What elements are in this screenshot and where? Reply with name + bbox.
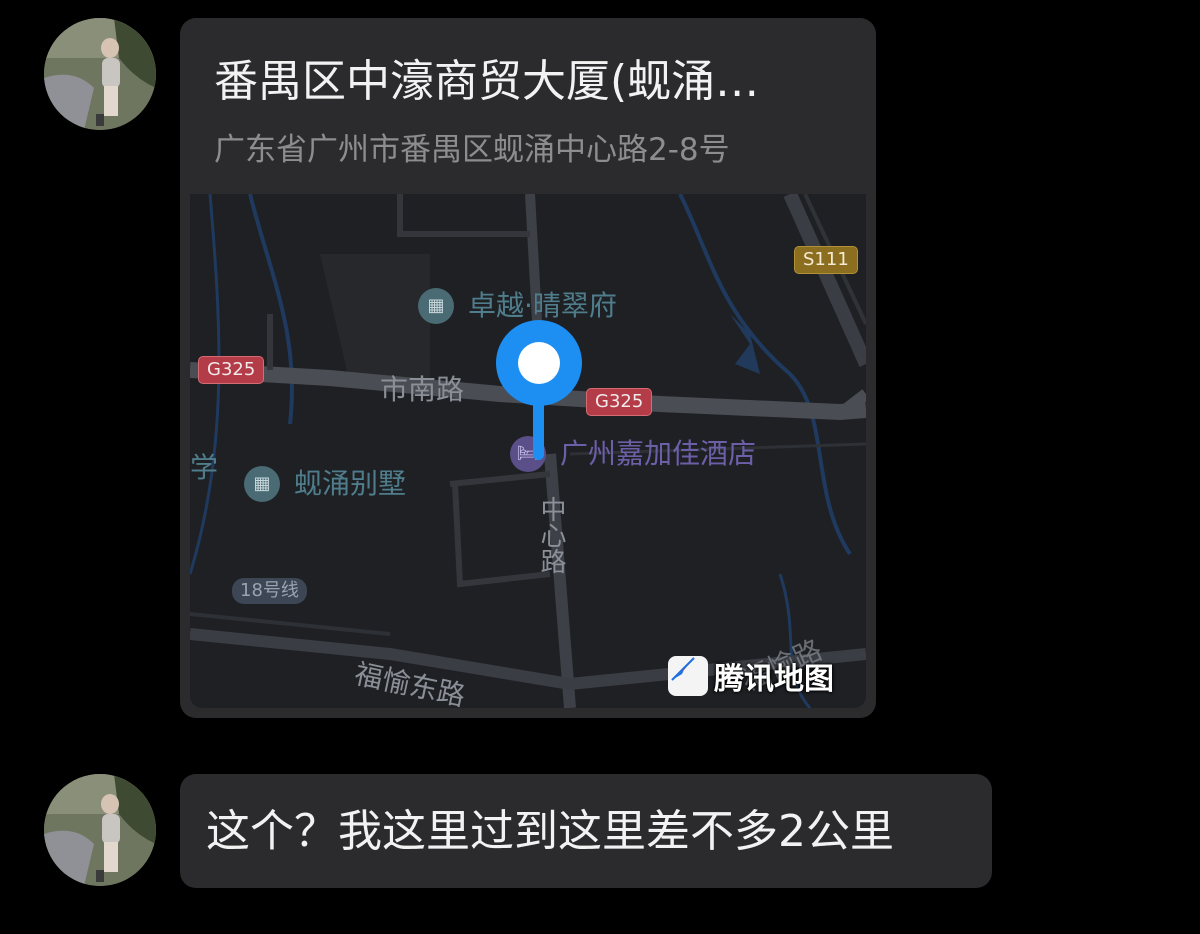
highway-badge: G325: [198, 356, 265, 384]
message-text: 这个？我这里过到这里差不多2公里: [206, 806, 894, 857]
provincial-road-badge: S111: [794, 246, 858, 274]
map-provider-logo: 腾讯地图: [668, 654, 834, 698]
location-pin-icon: [496, 320, 582, 406]
location-pin-stem: [533, 400, 544, 460]
location-pin-dot: [518, 342, 560, 384]
hotel-label: 广州嘉加佳酒店: [560, 437, 757, 470]
poi-label: 卓越·晴翠府: [468, 289, 617, 322]
map-provider-name: 腾讯地图: [714, 662, 834, 697]
location-message-bubble[interactable]: 番禺区中濠商贸大厦(蚬涌… 广东省广州市番禺区蚬涌中心路2-8号 ▦ 卓越·晴翠…: [180, 18, 876, 718]
poi-label: 蚬涌别墅: [294, 467, 407, 500]
location-title: 番禺区中濠商贸大厦(蚬涌…: [214, 56, 760, 107]
poi-label-partial: 学: [190, 451, 219, 484]
avatar[interactable]: [44, 18, 156, 130]
tencent-map-logo-icon: [668, 656, 708, 696]
text-message-bubble[interactable]: 这个？我这里过到这里差不多2公里: [180, 774, 992, 888]
metro-line-badge: 18号线: [232, 578, 307, 604]
road-label-vertical: 中心路: [536, 496, 566, 574]
building-poi-icon: ▦: [418, 288, 454, 324]
map-preview[interactable]: ▦ 卓越·晴翠府 ▦ 蚬涌别墅 学 🛏 广州嘉加佳酒店 市南路 中心路 福愉东路…: [190, 194, 866, 708]
location-address: 广东省广州市番禺区蚬涌中心路2-8号: [214, 132, 730, 168]
highway-badge: G325: [586, 388, 653, 416]
building-poi-icon: ▦: [244, 466, 280, 502]
road-label: 市南路: [380, 373, 465, 406]
avatar[interactable]: [44, 774, 156, 886]
